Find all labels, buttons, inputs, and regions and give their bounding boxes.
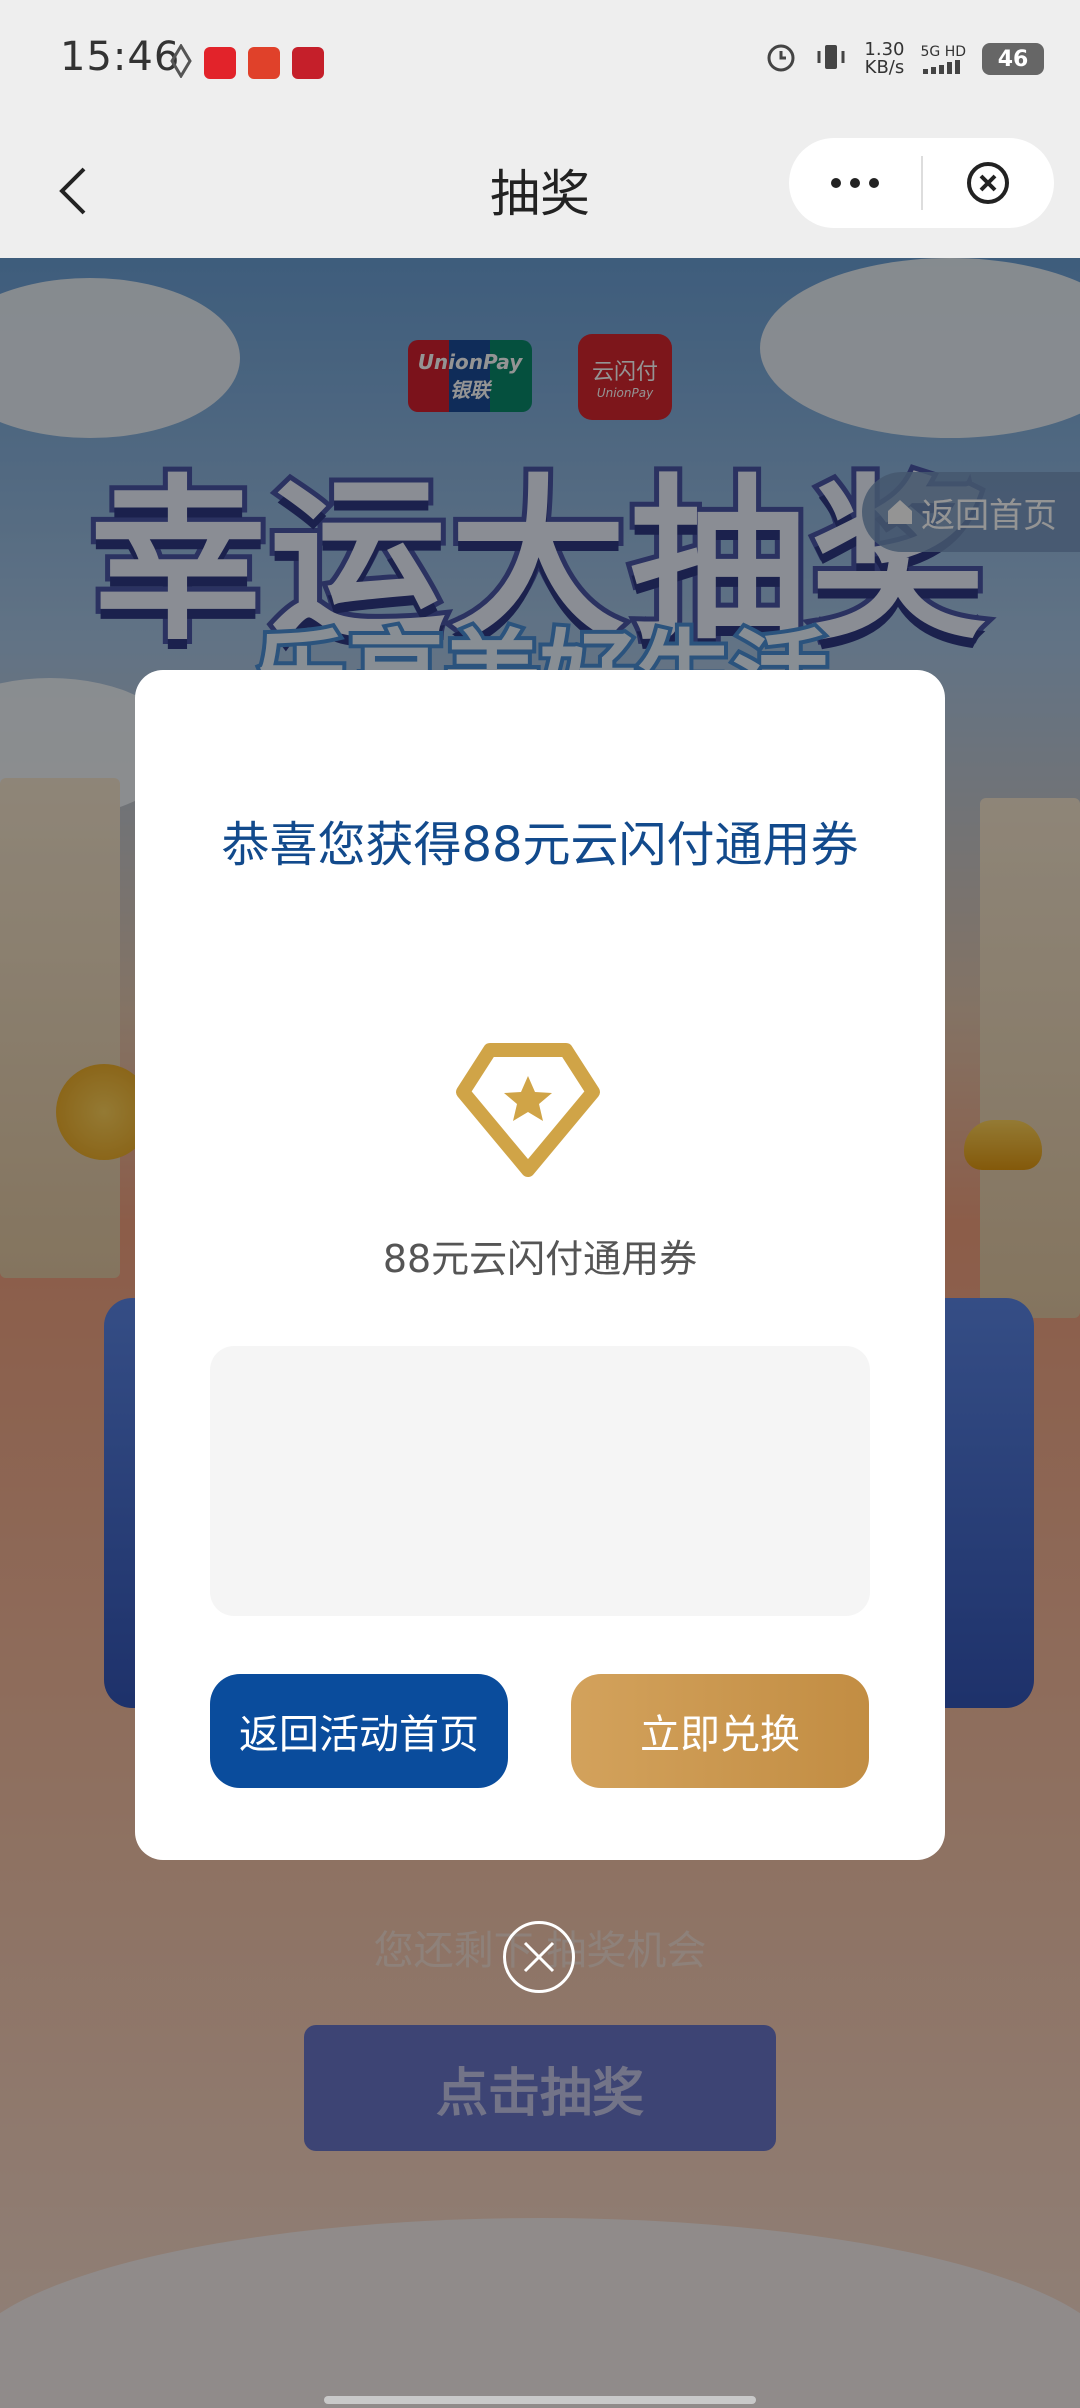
net-speed-unit: KB/s: [864, 57, 905, 78]
home-indicator[interactable]: [324, 2396, 756, 2404]
miniapp-capsule: [789, 138, 1054, 228]
nfc-icon: [170, 43, 192, 82]
alarm-icon: [764, 40, 798, 78]
signal-icon: 5G HD: [920, 44, 966, 74]
more-icon: [830, 178, 879, 188]
dialog-close-button[interactable]: [503, 1921, 575, 1993]
prize-dialog-title: 恭喜您获得88元云闪付通用券: [221, 817, 859, 873]
redeem-now-button[interactable]: 立即兑换: [571, 1674, 869, 1788]
status-bar: 15:46 1.30 KB/s 5G HD 46: [0, 0, 1080, 128]
status-time: 15:46: [60, 34, 181, 80]
notification-icons: [170, 43, 324, 82]
close-miniapp-button[interactable]: [923, 161, 1055, 205]
bank-notification-icon: [292, 47, 324, 79]
signal-label: 5G HD: [920, 44, 966, 60]
prize-info-panel: [210, 1346, 870, 1616]
network-speed: 1.30 KB/s: [864, 41, 904, 77]
more-button[interactable]: [789, 177, 921, 189]
app-notification-icon: [248, 47, 280, 79]
app-notification-icon: [204, 47, 236, 79]
diamond-star-icon: [456, 1043, 600, 1177]
vibrate-icon: [814, 40, 848, 78]
prize-name: 88元云闪付通用券: [382, 1237, 698, 1281]
nav-header: 抽奖: [0, 128, 1080, 258]
battery-indicator: 46: [982, 43, 1044, 75]
prize-dialog: 恭喜您获得88元云闪付通用券 88元云闪付通用券 返回活动首页 立即兑换: [135, 670, 945, 1860]
close-icon: [523, 1941, 555, 1973]
close-circle-icon: [967, 162, 1010, 204]
back-to-activity-button[interactable]: 返回活动首页: [210, 1674, 508, 1788]
status-right: 1.30 KB/s 5G HD 46: [764, 40, 1044, 78]
